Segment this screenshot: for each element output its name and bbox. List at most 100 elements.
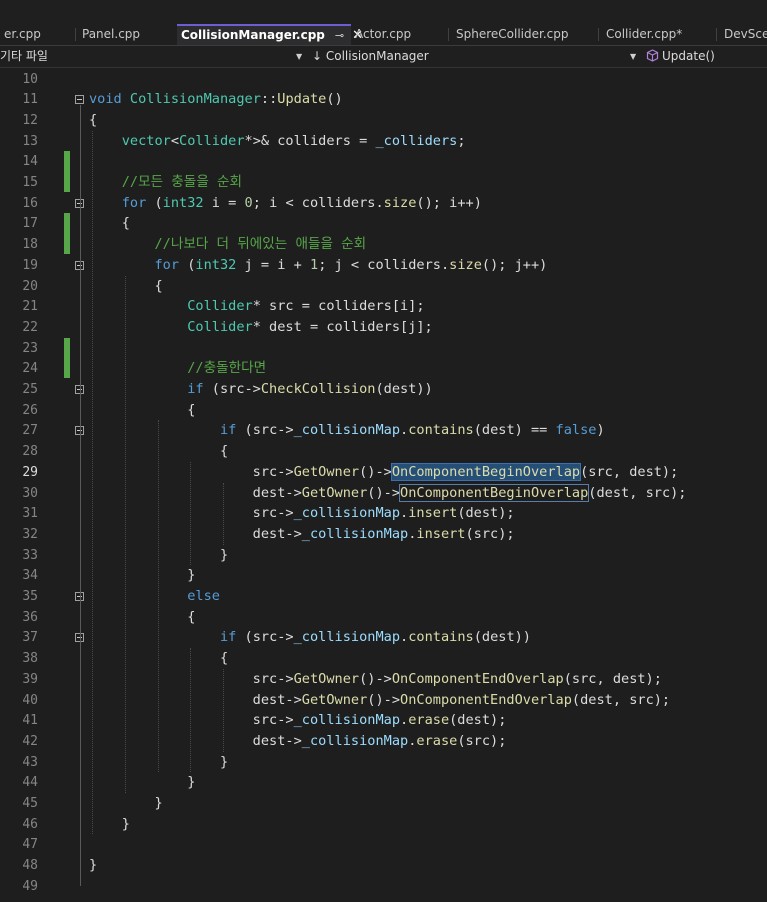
code-line[interactable]: {	[89, 648, 228, 669]
code-token: (src->	[236, 629, 294, 646]
code-token: insert	[416, 525, 466, 542]
tab-actor-cpp[interactable]: Actor.cpp	[351, 24, 450, 45]
code-line[interactable]: }	[89, 772, 195, 793]
line-number: 21	[22, 299, 38, 315]
code-line[interactable]: {	[89, 110, 97, 131]
tab-separator	[716, 28, 717, 41]
code-line[interactable]: //나보다 더 뒤에있는 애들을 순회	[89, 234, 366, 255]
code-line[interactable]: dest->GetOwner()->OnComponentBeginOverla…	[89, 483, 687, 504]
code-token: size	[449, 256, 482, 273]
line-number: 33	[22, 547, 38, 563]
scope-label: ↓ CollisionManager	[312, 49, 429, 63]
code-token: if	[89, 381, 204, 397]
project-dropdown[interactable]: 기타 파일	[0, 46, 300, 67]
code-token: {	[89, 277, 163, 294]
code-line[interactable]: }	[89, 565, 195, 586]
code-token: )	[596, 422, 605, 439]
line-number: 39	[22, 671, 38, 687]
code-editor[interactable]: 10 11 12 13 14 15 16 17 18 19 20 21 22 23 24 25 26 27 28 29…	[0, 68, 767, 902]
line-number: 11	[22, 92, 38, 108]
code-line[interactable]: vector<Collider*>& colliders = _collider…	[89, 131, 466, 152]
code-token: vector	[89, 132, 171, 149]
code-token: j = i +	[236, 256, 310, 273]
code-line[interactable]: if (src->_collisionMap.contains(dest) ==…	[89, 420, 605, 441]
code-token: i =	[203, 194, 245, 211]
member-dropdown[interactable]: Update()	[646, 46, 767, 67]
tab-er-cpp[interactable]: er.cpp	[0, 24, 76, 45]
code-line[interactable]: for (int32 i = 0; i < colliders.size(); …	[89, 193, 482, 214]
code-line[interactable]: Collider* src = colliders[i];	[89, 296, 424, 317]
code-token: 1	[310, 256, 319, 273]
code-line[interactable]: {	[89, 276, 163, 297]
code-token: int32	[195, 256, 237, 273]
line-number: 47	[22, 837, 38, 853]
code-token: {	[89, 608, 196, 625]
line-number: 17	[22, 216, 38, 232]
code-line[interactable]: Collider* dest = colliders[j];	[89, 317, 433, 338]
code-token: insert	[408, 505, 458, 522]
code-token: _collisionMap	[293, 712, 401, 729]
line-number: 23	[22, 340, 38, 356]
code-line[interactable]: }	[89, 793, 162, 814]
tab-separator	[75, 28, 76, 41]
code-token: (dest))	[375, 381, 433, 397]
code-token: (dest))	[473, 629, 531, 646]
line-number: 42	[22, 733, 38, 749]
code-line[interactable]: }	[89, 814, 130, 835]
code-token: else	[89, 588, 220, 604]
code-line[interactable]: {	[89, 441, 228, 462]
code-line[interactable]: dest->_collisionMap.erase(src);	[89, 731, 507, 752]
collapse-icon[interactable]	[75, 95, 84, 105]
code-line[interactable]: //모든 충돌을 순회	[89, 172, 242, 193]
code-token: _colliders	[375, 132, 458, 149]
code-line[interactable]: else	[89, 586, 220, 607]
code-token: }	[89, 546, 229, 563]
code-line[interactable]: {	[89, 400, 195, 421]
code-token: size	[383, 194, 417, 211]
tab-label: SphereCollider.cpp	[456, 27, 569, 41]
code-token: *>& colliders =	[244, 132, 376, 149]
code-line[interactable]: dest->GetOwner()->OnComponentEndOverlap(…	[89, 690, 670, 711]
pin-icon[interactable]: ⊸	[335, 29, 344, 42]
tab-collider-cpp[interactable]: Collider.cpp*	[602, 24, 716, 45]
code-token: _collisionMap	[293, 505, 401, 522]
code-line[interactable]: }	[89, 545, 228, 566]
code-token: false	[555, 422, 597, 439]
code-line[interactable]: src->GetOwner()->OnComponentEndOverlap(s…	[89, 669, 662, 690]
code-line[interactable]: if (src->CheckCollision(dest))	[89, 379, 433, 400]
code-line[interactable]: }	[89, 752, 228, 773]
code-line[interactable]: for (int32 j = i + 1; j < colliders.size…	[89, 255, 547, 276]
line-number: 10	[22, 71, 38, 87]
code-token: (src->	[203, 381, 261, 397]
tab-panel-cpp[interactable]: Panel.cpp	[78, 24, 177, 45]
tab-label: Collider.cpp*	[606, 27, 683, 41]
scope-dropdown[interactable]: ↓ CollisionManager	[312, 46, 632, 67]
code-line[interactable]: //충돌한다면	[89, 358, 266, 379]
code-token: Collider	[89, 318, 253, 335]
code-line[interactable]: if (src->_collisionMap.contains(dest))	[89, 627, 531, 648]
code-token: OnComponentEndOverlap	[400, 691, 572, 708]
code-line[interactable]: {	[89, 607, 195, 628]
code-line[interactable]: dest->_collisionMap.insert(src);	[89, 524, 515, 545]
code-line[interactable]: }	[89, 855, 97, 876]
code-token: //모든 충돌을 순회	[89, 174, 243, 190]
chevron-down-icon[interactable]: ▼	[296, 46, 302, 67]
line-number: 46	[22, 816, 38, 832]
code-token: (dest, src);	[571, 691, 671, 708]
code-token: OnComponentBeginOverlap	[390, 462, 582, 481]
tab-spherecollider-cpp[interactable]: SphereCollider.cpp	[452, 24, 601, 45]
code-line[interactable]: src->_collisionMap.erase(dest);	[89, 710, 507, 731]
code-line[interactable]: void CollisionManager::Update()	[89, 89, 343, 110]
line-number: 32	[22, 526, 38, 542]
chevron-down-icon[interactable]: ▼	[630, 46, 636, 67]
line-number: 43	[22, 754, 38, 770]
code-line[interactable]: src->GetOwner()->OnComponentBeginOverlap…	[89, 462, 678, 483]
line-number: 22	[22, 319, 38, 335]
code-token: 0	[244, 194, 253, 211]
tab-collisionmanager-cpp[interactable]: CollisionManager.cpp ⊸ ✕	[177, 24, 363, 45]
code-token: src->	[89, 463, 294, 480]
code-line[interactable]: {	[89, 213, 130, 234]
tab-devscene[interactable]: DevScer	[720, 24, 767, 45]
code-token: _collisionMap	[293, 629, 401, 646]
code-line[interactable]: src->_collisionMap.insert(dest);	[89, 503, 515, 524]
